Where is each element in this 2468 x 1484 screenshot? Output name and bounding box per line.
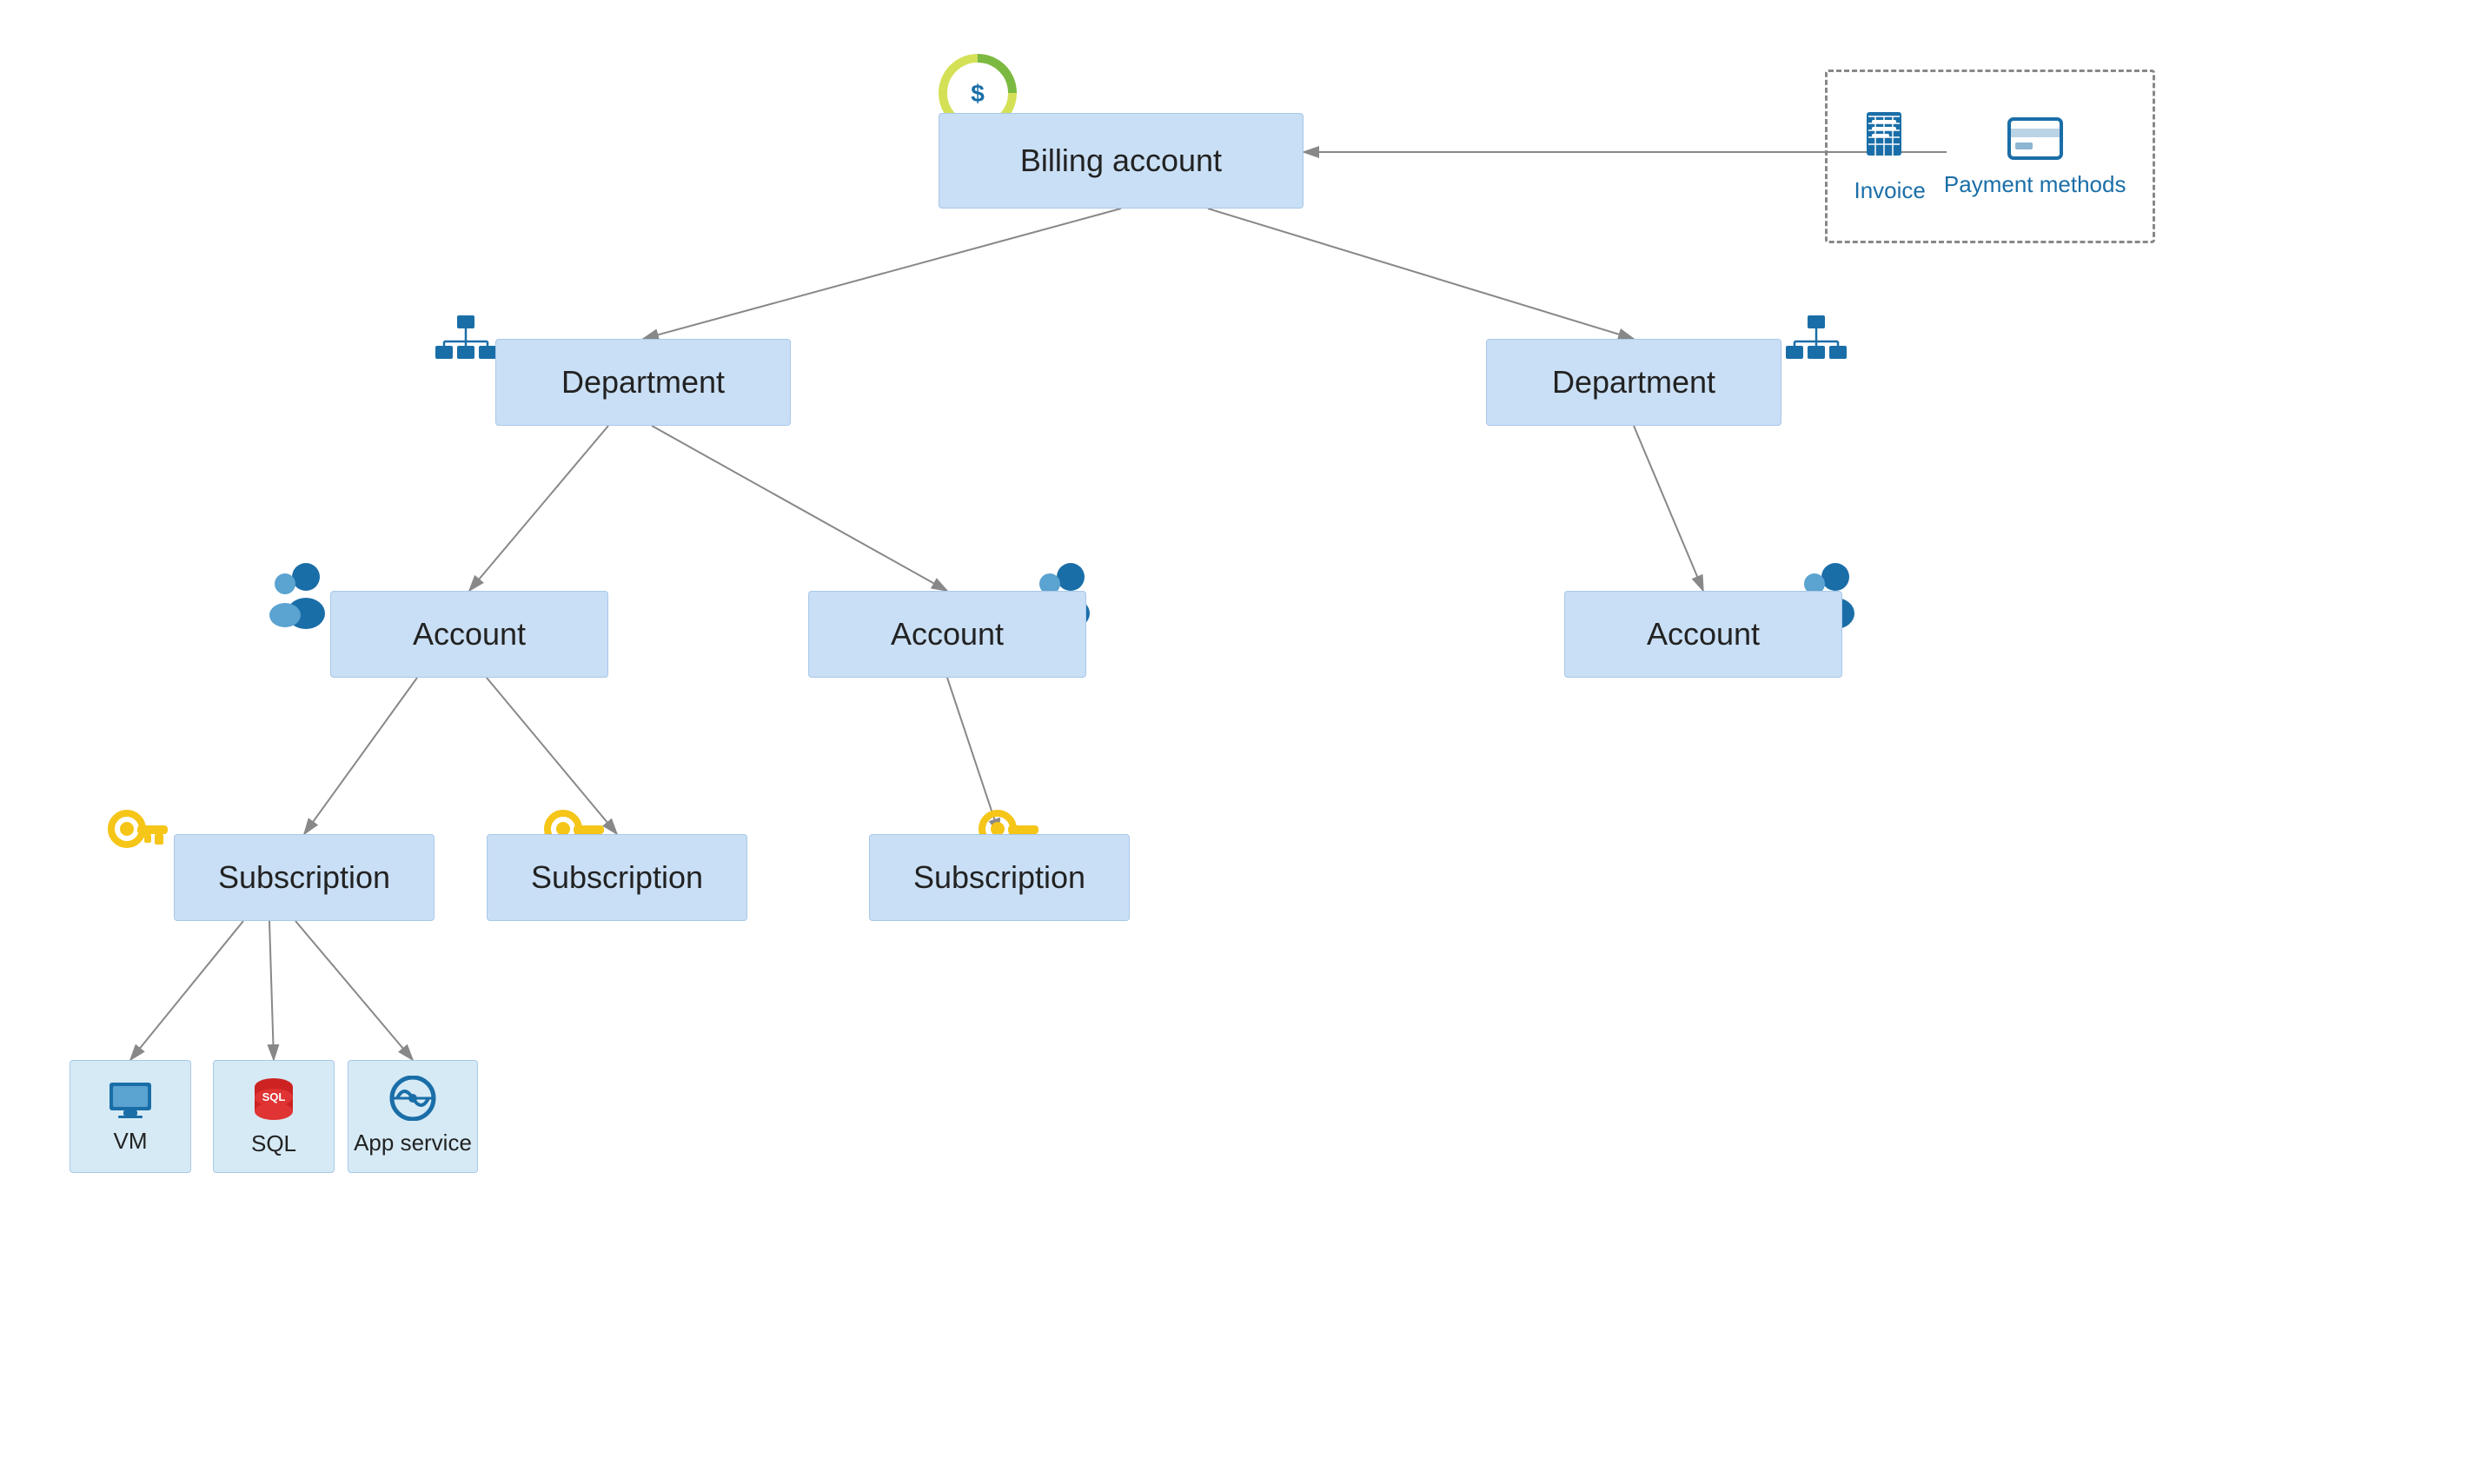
sub-mid2-label: Subscription [913, 859, 1085, 896]
sub-left-label: Subscription [218, 859, 390, 896]
payment-methods-item: Payment methods [1944, 115, 2126, 198]
diagram-container: $ Billing account Invoice [0, 0, 2468, 1484]
vm-icon [106, 1079, 155, 1119]
billing-account-label: Billing account [1020, 142, 1222, 179]
app-service-icon [387, 1076, 439, 1121]
dept-left-label: Department [561, 364, 725, 401]
sql-label: SQL [251, 1130, 296, 1157]
invoice-icon [1860, 108, 1921, 169]
app-service-label: App service [354, 1130, 472, 1156]
account-mid-node: Account [808, 591, 1086, 678]
app-service-node: App service [348, 1060, 478, 1173]
svg-text:SQL: SQL [262, 1090, 286, 1103]
invoice-item: Invoice [1854, 108, 1926, 204]
payment-icon [2005, 115, 2066, 162]
vm-node: VM [70, 1060, 191, 1173]
person-icon-account-left [252, 553, 330, 631]
account-right-node: Account [1564, 591, 1842, 678]
svg-text:$: $ [971, 80, 985, 107]
invoice-label: Invoice [1854, 177, 1926, 204]
subscription-left-node: Subscription [174, 834, 435, 921]
sub-mid-label: Subscription [531, 859, 703, 896]
account-right-label: Account [1647, 616, 1760, 653]
billing-account-node: Billing account [939, 113, 1304, 209]
account-left-label: Account [413, 616, 526, 653]
sql-node: SQL SQL [213, 1060, 335, 1173]
payment-methods-label: Payment methods [1944, 171, 2126, 198]
sql-icon: SQL [248, 1077, 300, 1122]
dept-right-label: Department [1552, 364, 1715, 401]
invoice-box: Invoice Payment methods [1825, 70, 2155, 243]
dept-left-node: Department [495, 339, 791, 426]
key-icon-sub-left [103, 799, 172, 869]
dept-left-icon [431, 311, 501, 381]
subscription-mid2-node: Subscription [869, 834, 1130, 921]
dept-right-icon [1781, 311, 1851, 381]
account-left-node: Account [330, 591, 608, 678]
account-mid-label: Account [891, 616, 1004, 653]
subscription-mid-node: Subscription [487, 834, 747, 921]
dept-right-node: Department [1486, 339, 1781, 426]
vm-label: VM [114, 1128, 148, 1155]
